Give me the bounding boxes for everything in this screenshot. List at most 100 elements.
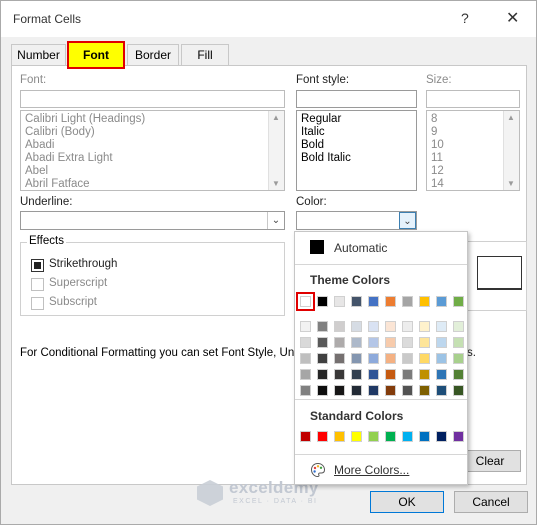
theme-shade-swatch[interactable] — [419, 321, 430, 332]
theme-shade-swatch[interactable] — [453, 385, 464, 396]
strikethrough-checkbox[interactable] — [31, 259, 44, 272]
tab-font[interactable]: Font — [67, 41, 125, 69]
theme-shade-swatch[interactable] — [300, 369, 311, 380]
theme-shade-swatch[interactable] — [402, 337, 413, 348]
theme-shade-swatch[interactable] — [334, 337, 345, 348]
theme-shade-swatch[interactable] — [436, 337, 447, 348]
theme-shade-swatch[interactable] — [317, 369, 328, 380]
color-dropdown[interactable]: ⌄ — [296, 211, 417, 230]
size-list-item[interactable]: 8 — [431, 113, 437, 125]
font-list-item[interactable]: Abel — [25, 165, 48, 177]
size-list-item[interactable]: 11 — [431, 152, 443, 164]
subscript-label[interactable]: Subscript — [49, 296, 97, 308]
theme-color-swatch[interactable] — [453, 296, 464, 307]
theme-color-swatch[interactable] — [317, 296, 328, 307]
theme-color-swatch[interactable] — [368, 296, 379, 307]
theme-color-swatch[interactable] — [385, 296, 396, 307]
cancel-button[interactable]: Cancel — [454, 491, 528, 513]
theme-shade-swatch[interactable] — [368, 353, 379, 364]
theme-shade-swatch[interactable] — [385, 337, 396, 348]
subscript-checkbox[interactable] — [31, 297, 44, 310]
automatic-swatch[interactable] — [310, 240, 324, 254]
theme-shade-swatch[interactable] — [385, 321, 396, 332]
theme-shade-swatch[interactable] — [402, 369, 413, 380]
theme-shade-swatch[interactable] — [317, 353, 328, 364]
theme-shade-swatch[interactable] — [368, 321, 379, 332]
theme-shade-swatch[interactable] — [334, 369, 345, 380]
theme-shade-swatch[interactable] — [317, 321, 328, 332]
theme-shade-swatch[interactable] — [436, 353, 447, 364]
strikethrough-label[interactable]: Strikethrough — [49, 258, 117, 270]
theme-color-swatch[interactable] — [419, 296, 430, 307]
theme-color-swatch[interactable] — [436, 296, 447, 307]
theme-shade-swatch[interactable] — [351, 353, 362, 364]
standard-color-swatch[interactable] — [436, 431, 447, 442]
theme-shade-swatch[interactable] — [453, 369, 464, 380]
theme-shade-swatch[interactable] — [317, 337, 328, 348]
scroll-up-icon[interactable]: ▲ — [272, 113, 280, 122]
theme-shade-swatch[interactable] — [436, 369, 447, 380]
standard-color-swatch[interactable] — [385, 431, 396, 442]
theme-color-swatch[interactable] — [296, 292, 315, 311]
more-colors-option[interactable]: More Colors... — [334, 463, 409, 477]
font-list[interactable]: Calibri Light (Headings) Calibri (Body) … — [20, 110, 285, 191]
font-input[interactable] — [20, 90, 285, 108]
scroll-down-icon[interactable]: ▼ — [507, 179, 515, 188]
font-list-item[interactable]: Abadi Extra Light — [25, 152, 113, 164]
font-list-item[interactable]: Abril Fatface — [25, 178, 90, 190]
theme-shade-swatch[interactable] — [351, 321, 362, 332]
scroll-up-icon[interactable]: ▲ — [507, 113, 515, 122]
standard-color-swatch[interactable] — [419, 431, 430, 442]
theme-shade-swatch[interactable] — [334, 385, 345, 396]
theme-color-swatch[interactable] — [402, 296, 413, 307]
font-style-item[interactable]: Italic — [301, 126, 325, 138]
help-button[interactable]: ? — [461, 10, 469, 26]
theme-shade-swatch[interactable] — [334, 321, 345, 332]
theme-shade-swatch[interactable] — [317, 385, 328, 396]
theme-shade-swatch[interactable] — [419, 385, 430, 396]
theme-shade-swatch[interactable] — [419, 353, 430, 364]
theme-shade-swatch[interactable] — [300, 385, 311, 396]
size-list-item[interactable]: 14 — [431, 178, 444, 190]
theme-shade-swatch[interactable] — [385, 369, 396, 380]
theme-shade-swatch[interactable] — [334, 353, 345, 364]
font-list-item[interactable]: Calibri (Body) — [25, 126, 95, 138]
theme-shade-swatch[interactable] — [453, 321, 464, 332]
theme-shade-swatch[interactable] — [368, 369, 379, 380]
theme-shade-swatch[interactable] — [300, 353, 311, 364]
theme-shade-swatch[interactable] — [453, 337, 464, 348]
tab-number[interactable]: Number — [11, 44, 66, 66]
theme-shade-swatch[interactable] — [351, 385, 362, 396]
standard-color-swatch[interactable] — [368, 431, 379, 442]
superscript-label[interactable]: Superscript — [49, 277, 107, 289]
scroll-down-icon[interactable]: ▼ — [272, 179, 280, 188]
size-list-item[interactable]: 10 — [431, 139, 444, 151]
standard-color-swatch[interactable] — [334, 431, 345, 442]
standard-color-swatch[interactable] — [300, 431, 311, 442]
chevron-down-icon[interactable]: ⌄ — [399, 212, 416, 229]
standard-color-swatch[interactable] — [453, 431, 464, 442]
font-style-input[interactable] — [296, 90, 417, 108]
theme-shade-swatch[interactable] — [351, 337, 362, 348]
theme-shade-swatch[interactable] — [453, 353, 464, 364]
font-style-item[interactable]: Bold Italic — [301, 152, 351, 164]
automatic-option[interactable]: Automatic — [334, 241, 387, 255]
standard-color-swatch[interactable] — [351, 431, 362, 442]
clear-button[interactable]: Clear — [459, 450, 521, 472]
theme-color-swatch[interactable] — [351, 296, 362, 307]
standard-color-swatch[interactable] — [317, 431, 328, 442]
theme-shade-swatch[interactable] — [436, 385, 447, 396]
size-list-item[interactable]: 12 — [431, 165, 444, 177]
theme-shade-swatch[interactable] — [300, 337, 311, 348]
theme-color-swatch[interactable] — [334, 296, 345, 307]
theme-shade-swatch[interactable] — [436, 321, 447, 332]
theme-shade-swatch[interactable] — [368, 385, 379, 396]
superscript-checkbox[interactable] — [31, 278, 44, 291]
font-style-list[interactable]: Regular Italic Bold Bold Italic — [296, 110, 417, 191]
size-list-item[interactable]: 9 — [431, 126, 437, 138]
theme-shade-swatch[interactable] — [385, 385, 396, 396]
size-input[interactable] — [426, 90, 520, 108]
chevron-down-icon[interactable]: ⌄ — [267, 212, 284, 229]
theme-shade-swatch[interactable] — [385, 353, 396, 364]
theme-shade-swatch[interactable] — [351, 369, 362, 380]
